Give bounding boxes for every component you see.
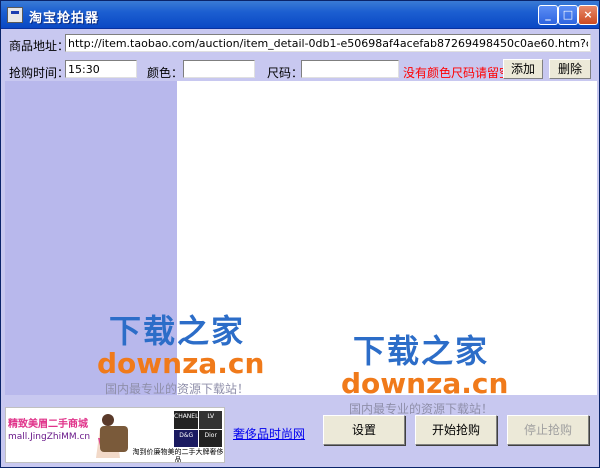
app-icon [7, 7, 23, 23]
watermark-url: downza.cn [341, 367, 509, 400]
luxury-fashion-link[interactable]: 奢侈品时尚网 [233, 425, 305, 442]
window-title: 淘宝抢拍器 [29, 11, 100, 26]
brand-logo: D&G [174, 429, 199, 447]
url-field[interactable] [65, 34, 591, 52]
brand-logo: Dior [199, 429, 222, 447]
time-label: 抢购时间： [9, 66, 70, 80]
title-bar[interactable]: 淘宝抢拍器 _ □ × [1, 1, 599, 29]
add-button[interactable]: 添加 [503, 59, 543, 79]
url-label: 商品地址： [9, 39, 70, 53]
delete-button[interactable]: 删除 [549, 59, 591, 79]
ad-text-block: 精致美眉二手商城 mall.JingZhiMM.cn [8, 418, 91, 443]
ad-url: mall.JingZhiMM.cn [8, 432, 91, 442]
color-label: 颜色： [147, 66, 184, 80]
brand-logo: CHANEL [174, 411, 199, 429]
watermark-brand: 下载之家 [352, 332, 489, 370]
size-label: 尺码： [267, 66, 304, 80]
close-button[interactable]: × [578, 5, 598, 25]
size-field[interactable] [301, 60, 399, 78]
watermark-brand: 下载之家 [108, 312, 245, 350]
brand-logo: LV [199, 411, 222, 429]
watermark-right: 下载之家 downza.cn 国内最专业的资源下载站！ [341, 332, 509, 417]
minimize-button[interactable]: _ [538, 5, 558, 25]
watermark-left: 下载之家 downza.cn 国内最专业的资源下载站！ [97, 312, 265, 397]
brand-logos: CHANEL LV D&G Dior [174, 411, 222, 447]
time-field[interactable] [65, 60, 137, 78]
settings-button[interactable]: 设置 [323, 415, 405, 445]
ad-caption: 淘到价廉物美的二手大牌奢侈品 [132, 448, 224, 463]
app-window: 淘宝抢拍器 _ □ × 商品地址： 抢购时间： 颜色： 尺码： 没有颜色尺码请留… [0, 0, 600, 468]
color-field[interactable] [183, 60, 255, 78]
handbag-image [100, 426, 128, 452]
hint-text: 没有颜色尺码请留空 [403, 66, 512, 80]
watermark-slogan: 国内最专业的资源下载站！ [104, 382, 249, 396]
start-button[interactable]: 开始抢购 [415, 415, 497, 445]
stop-button[interactable]: 停止抢购 [507, 415, 589, 445]
ad-title: 精致美眉二手商城 [8, 419, 88, 430]
ad-banner[interactable]: 精致美眉二手商城 mall.JingZhiMM.cn CHANEL LV D&G… [5, 407, 225, 463]
watermark-url: downza.cn [97, 347, 265, 380]
maximize-button[interactable]: □ [558, 5, 578, 25]
